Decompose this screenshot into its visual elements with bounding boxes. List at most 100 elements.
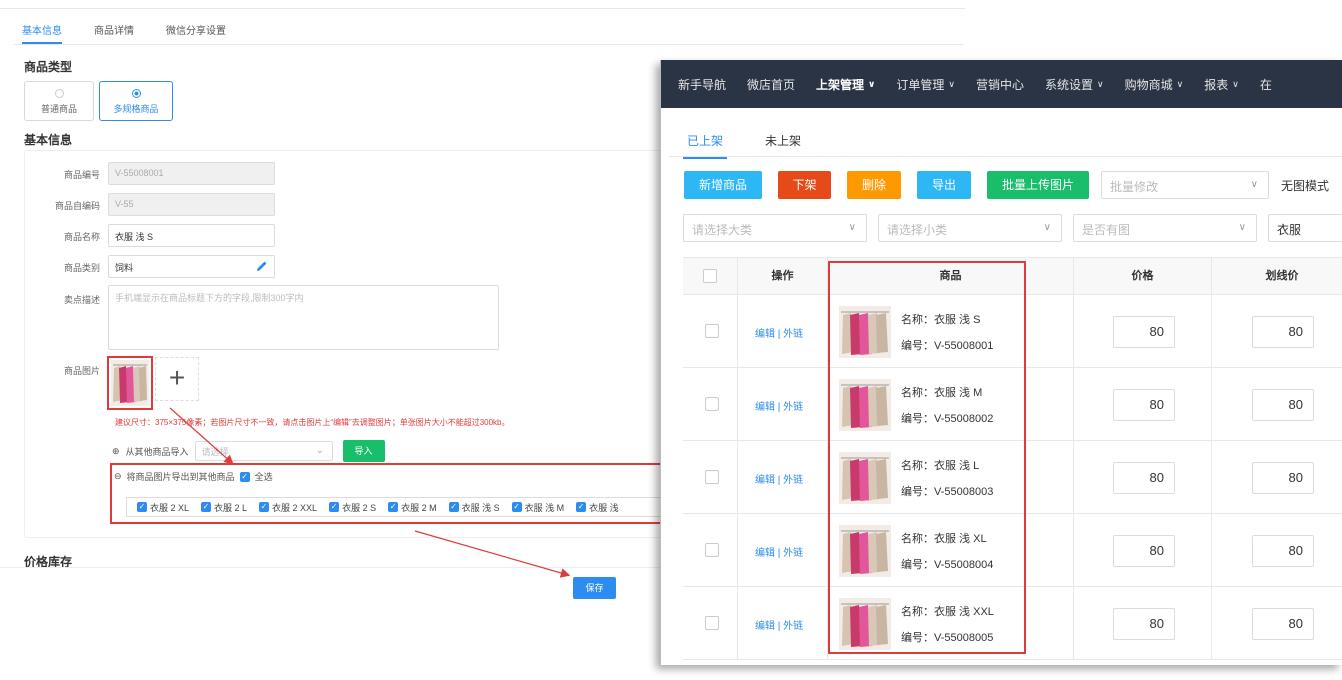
edit-link-ops[interactable]: 编辑 | 外链	[755, 398, 803, 413]
custom-code-input[interactable]: V-55	[108, 193, 275, 216]
save-button[interactable]: 保存	[573, 577, 616, 599]
price-input[interactable]: 80	[1113, 535, 1175, 567]
export-item[interactable]: ✓ 衣服 浅	[576, 501, 619, 514]
pencil-icon[interactable]	[256, 260, 268, 272]
nav-item-mall[interactable]: 购物商城 ∨	[1125, 76, 1184, 93]
row-checkbox[interactable]	[705, 397, 719, 411]
export-item[interactable]: ✓ 衣服 浅 S	[448, 501, 500, 514]
edit-link-ops[interactable]: 编辑 | 外链	[755, 544, 803, 559]
tab-basic-info[interactable]: 基本信息	[22, 22, 62, 44]
category-value: 饲料	[115, 263, 134, 273]
cell-check	[683, 295, 738, 368]
nav-item-home[interactable]: 微店首页	[747, 76, 795, 93]
nav-item-marketing[interactable]: 营销中心	[976, 76, 1024, 93]
row-checkbox[interactable]	[705, 616, 719, 630]
tab-on-shelf[interactable]: 已上架	[683, 132, 728, 159]
cell-check	[683, 587, 738, 660]
batch-edit-placeholder: 批量修改	[1110, 180, 1159, 194]
tab-product-detail[interactable]: 商品详情	[94, 22, 134, 44]
price-input[interactable]: 80	[1113, 389, 1175, 421]
no-image-mode-label[interactable]: 无图模式	[1281, 177, 1329, 194]
chevron-down-icon: ∨	[948, 78, 955, 89]
product-image-thumb[interactable]	[107, 356, 153, 410]
nav-label: 系统设置	[1044, 77, 1093, 92]
code-input[interactable]: V-55008001	[108, 162, 275, 185]
cell-check	[683, 514, 738, 587]
has-image-select[interactable]: 是否有图 ∨	[1073, 214, 1257, 242]
edit-link-ops[interactable]: 编辑 | 外链	[755, 325, 803, 340]
edit-link-ops[interactable]: 编辑 | 外链	[755, 617, 803, 632]
select-all-label: 全选	[254, 472, 273, 482]
price-input[interactable]: 80	[1113, 608, 1175, 640]
select-all-checkbox[interactable]: ✓	[239, 471, 250, 482]
strike-price-input[interactable]: 80	[1252, 389, 1314, 421]
export-images-box: ⊖ 将商品图片导出到其他商品 ✓ 全选 ✓ 衣服 2 XL ✓ 衣服 2 L ✓ 衣服…	[110, 463, 670, 524]
export-item-label: 衣服 浅 S	[461, 502, 500, 513]
export-item[interactable]: ✓ 衣服 2 S	[329, 501, 376, 514]
tab-wechat-share[interactable]: 微信分享设置	[166, 22, 226, 44]
nav-label: 上架管理	[816, 77, 865, 92]
nav-item-guide[interactable]: 新手导航	[678, 76, 726, 93]
divider	[669, 156, 1342, 157]
code-label: 商品编号	[63, 170, 100, 180]
add-product-button[interactable]: 新增商品	[684, 171, 762, 199]
delete-button[interactable]: 删除	[847, 171, 901, 199]
export-button[interactable]: 导出	[917, 171, 971, 199]
edit-link-ops[interactable]: 编辑 | 外链	[755, 471, 803, 486]
nav-item-listing[interactable]: 上架管理 ∨	[816, 76, 875, 93]
nav-item-reports[interactable]: 报表 ∨	[1204, 76, 1239, 93]
strike-price-input[interactable]: 80	[1252, 535, 1314, 567]
chevron-down-icon: ∨	[1043, 222, 1051, 233]
nav-item-orders[interactable]: 订单管理 ∨	[896, 76, 955, 93]
category-input[interactable]: 饲料	[108, 255, 275, 278]
export-item-label: 衣服 2 XL	[150, 502, 190, 513]
add-image-button[interactable]: +	[155, 357, 199, 401]
batch-upload-images-button[interactable]: 批量上传图片	[987, 171, 1089, 199]
price-input[interactable]: 80	[1113, 462, 1175, 494]
desc-label: 卖点描述	[63, 295, 100, 305]
export-item-label: 衣服 2 XXL	[272, 502, 318, 513]
checkbox-icon: ✓	[388, 502, 399, 512]
export-item[interactable]: ✓ 衣服 浅 M	[511, 501, 565, 514]
row-checkbox[interactable]	[705, 324, 719, 338]
batch-edit-select[interactable]: 批量修改 ∨	[1101, 171, 1269, 199]
chevron-down-icon: ⌄	[316, 445, 324, 455]
strike-price-input[interactable]: 80	[1252, 608, 1314, 640]
strike-price-input[interactable]: 80	[1252, 316, 1314, 348]
delist-button[interactable]: 下架	[778, 171, 831, 199]
desc-textarea[interactable]: 手机端显示在商品标题下方的字段,限制300字内	[108, 285, 499, 350]
strike-price-input[interactable]: 80	[1252, 462, 1314, 494]
export-item[interactable]: ✓ 衣服 2 M	[388, 501, 437, 514]
cell-check	[683, 368, 738, 441]
header-ops: 操作	[738, 258, 828, 295]
checkbox-icon: ✓	[201, 502, 212, 512]
row-checkbox[interactable]	[705, 543, 719, 557]
row-checkbox[interactable]	[705, 470, 719, 484]
nav-item-settings[interactable]: 系统设置 ∨	[1045, 76, 1104, 93]
big-category-select[interactable]: 请选择大类 ∨	[683, 214, 867, 242]
export-item-label: 衣服 浅 M	[524, 502, 565, 513]
keyword-input[interactable]: 衣服	[1268, 214, 1342, 242]
big-category-placeholder: 请选择大类	[692, 223, 753, 237]
import-placeholder: 请选择	[201, 447, 229, 457]
nav-item-more[interactable]: 在	[1260, 76, 1272, 93]
name-label: 商品名称	[63, 232, 100, 242]
name-input[interactable]: 衣服 浅 S	[108, 224, 275, 247]
edit-tabs: 基本信息 商品详情 微信分享设置	[22, 22, 226, 44]
small-category-select[interactable]: 请选择小类 ∨	[878, 214, 1062, 242]
export-item[interactable]: ✓ 衣服 2 L	[201, 501, 247, 514]
import-button[interactable]: 导入	[342, 440, 385, 462]
export-item[interactable]: ✓ 衣服 2 XL	[137, 501, 189, 514]
import-select[interactable]: 请选择 ⌄	[194, 441, 333, 461]
chevron-down-icon: ∨	[1097, 78, 1104, 89]
type-normal-option[interactable]: 普通商品	[24, 81, 94, 121]
type-multi-spec-option[interactable]: 多规格商品	[99, 81, 173, 121]
export-item-label: 衣服 2 L	[214, 502, 248, 513]
price-input[interactable]: 80	[1113, 316, 1175, 348]
export-item[interactable]: ✓ 衣服 2 XXL	[259, 501, 317, 514]
nav-label: 购物商城	[1124, 77, 1173, 92]
chevron-down-icon: ∨	[1176, 78, 1184, 89]
header-checkbox[interactable]	[703, 269, 717, 283]
clothes-image	[111, 360, 149, 406]
tab-off-shelf[interactable]: 未上架	[761, 132, 805, 159]
